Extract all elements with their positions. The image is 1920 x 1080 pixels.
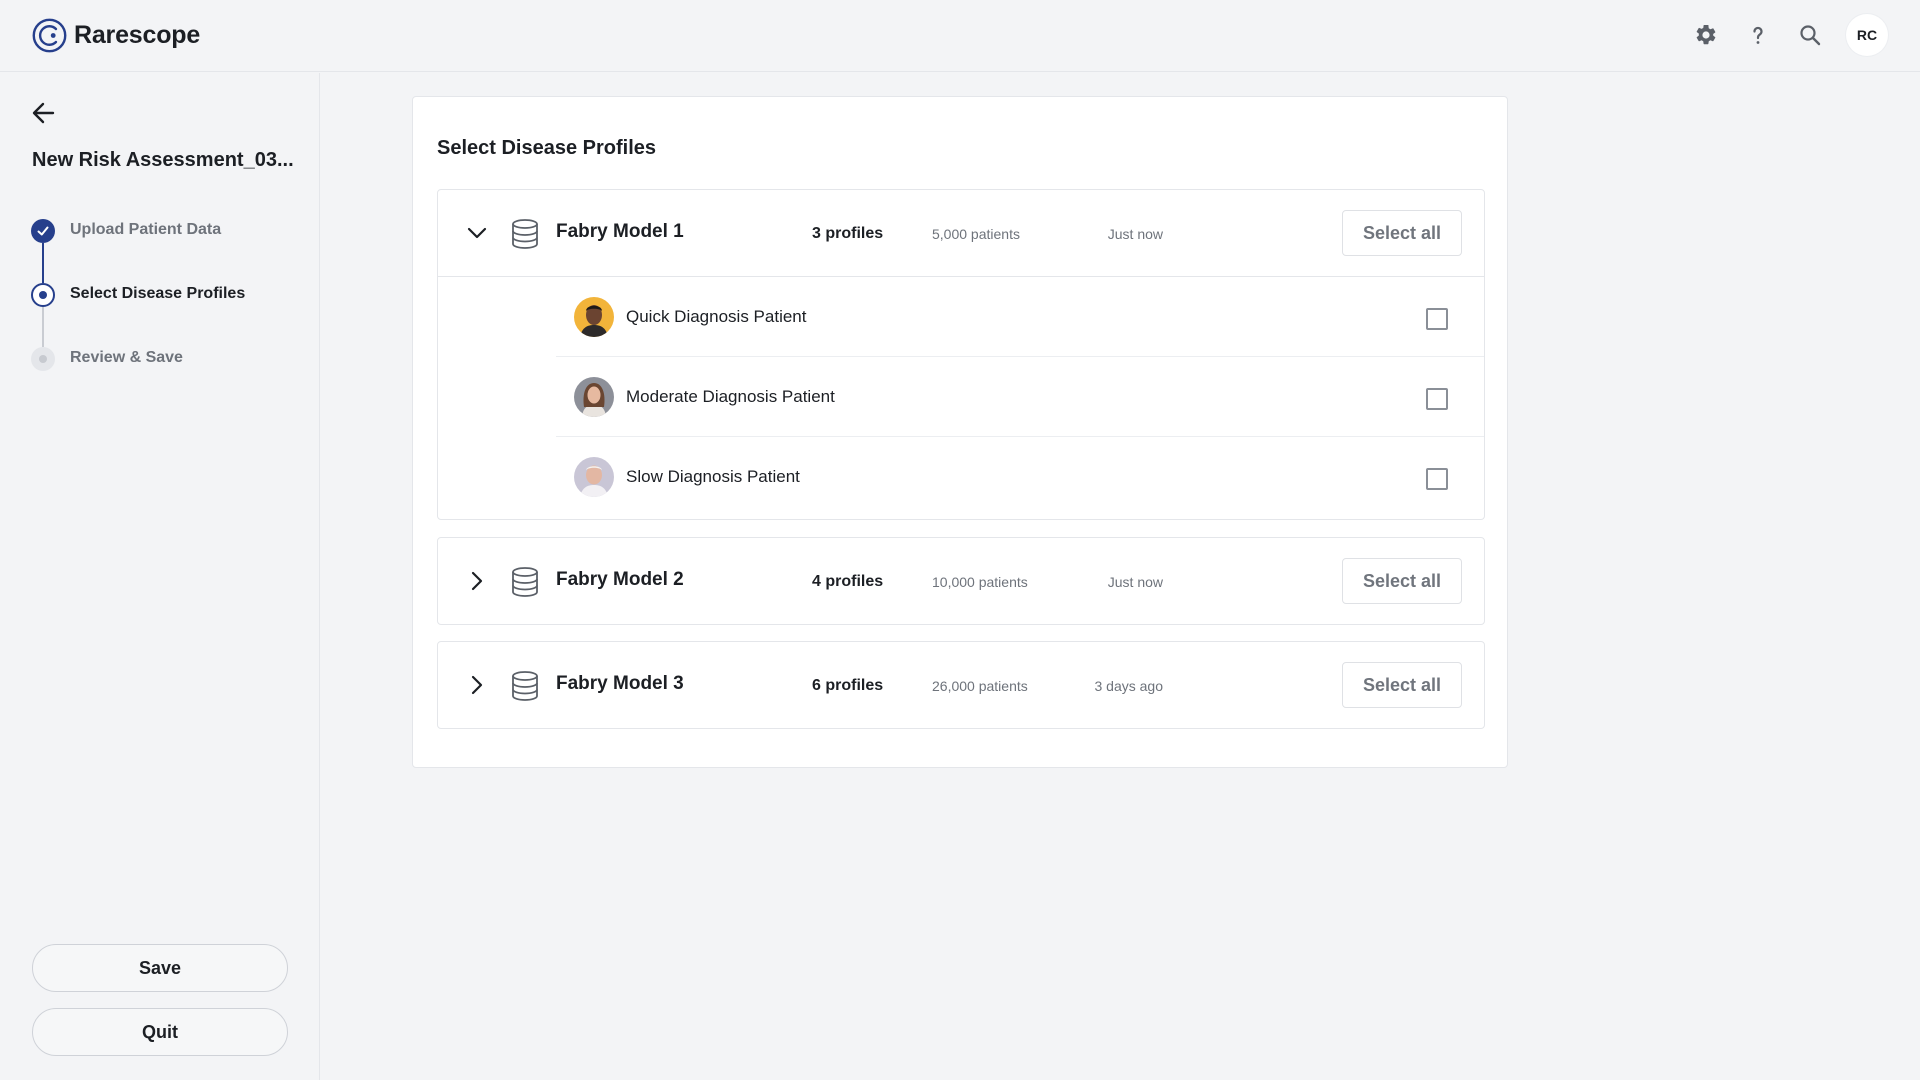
disease-profiles-card: Select Disease Profiles Fabry Model 1 3 … (412, 96, 1508, 768)
checkmark-icon (37, 226, 49, 236)
settings-button[interactable] (1686, 15, 1726, 55)
select-all-button[interactable]: Select all (1342, 662, 1462, 708)
profile-name: Moderate Diagnosis Patient (626, 387, 835, 406)
step-review-save[interactable]: Review & Save (31, 347, 311, 411)
save-button[interactable]: Save (32, 944, 288, 992)
help-button[interactable] (1738, 15, 1778, 55)
model-group: Fabry Model 1 3 profiles 5,000 patients … (437, 189, 1485, 520)
patient-photo-icon (574, 457, 614, 497)
arrow-left-icon (32, 102, 55, 124)
gear-icon (1696, 24, 1716, 45)
app-name: Rarescope (74, 20, 201, 49)
model-group: Fabry Model 3 6 profiles 26,000 patients… (437, 641, 1485, 729)
patient-avatar (574, 457, 614, 497)
profile-count: 6 profiles (812, 677, 884, 694)
search-button[interactable] (1790, 15, 1830, 55)
search-icon (1800, 25, 1821, 46)
database-icon (512, 219, 538, 249)
patient-count: 5,000 patients (932, 226, 1020, 242)
quit-button[interactable]: Quit (32, 1008, 288, 1056)
chevron-right-icon (471, 571, 483, 591)
profile-row[interactable]: Moderate Diagnosis Patient (556, 357, 1484, 437)
expand-toggle[interactable] (462, 566, 492, 596)
page-title: Select Disease Profiles (437, 137, 657, 159)
user-avatar[interactable]: RC (1846, 14, 1888, 56)
profile-row[interactable]: Quick Diagnosis Patient (556, 277, 1484, 357)
step-current-indicator (31, 283, 55, 307)
progress-stepper: Upload Patient Data Select Disease Profi… (31, 219, 311, 411)
step-completed-indicator (31, 219, 55, 243)
profile-checkbox[interactable] (1426, 308, 1448, 330)
step-connector (42, 307, 44, 347)
profile-checkbox[interactable] (1426, 468, 1448, 490)
expand-toggle[interactable] (462, 670, 492, 700)
header-actions: RC (1674, 14, 1888, 56)
sidebar: New Risk Assessment_03... Upload Patient… (0, 73, 320, 1080)
model-name: Fabry Model 2 (556, 569, 684, 590)
profile-name: Slow Diagnosis Patient (626, 467, 800, 486)
updated-time: 3 days ago (1094, 678, 1164, 694)
step-label: Upload Patient Data (70, 221, 222, 238)
model-name: Fabry Model 1 (556, 221, 684, 242)
step-upload-patient-data[interactable]: Upload Patient Data (31, 219, 311, 283)
database-icon (512, 567, 538, 597)
patient-photo-icon (574, 377, 614, 417)
step-pending-indicator (31, 347, 55, 371)
help-icon (1753, 26, 1763, 44)
select-all-button[interactable]: Select all (1342, 558, 1462, 604)
updated-time: Just now (1107, 226, 1163, 242)
select-all-button[interactable]: Select all (1342, 210, 1462, 256)
chevron-right-icon (471, 675, 483, 695)
profile-count: 4 profiles (812, 573, 884, 590)
step-select-disease-profiles[interactable]: Select Disease Profiles (31, 283, 311, 347)
patient-count: 26,000 patients (932, 678, 1028, 694)
patient-avatar (574, 297, 614, 337)
model-name: Fabry Model 3 (556, 673, 684, 694)
profile-checkbox[interactable] (1426, 388, 1448, 410)
profile-list: Quick Diagnosis Patient Moderate Diagnos… (438, 276, 1484, 519)
step-connector (42, 243, 44, 283)
step-label: Select Disease Profiles (70, 285, 246, 302)
assessment-title: New Risk Assessment_03... (32, 149, 294, 171)
patient-photo-icon (574, 297, 614, 337)
model-header: Fabry Model 2 4 profiles 10,000 patients… (438, 538, 1484, 624)
patient-count: 10,000 patients (932, 574, 1028, 590)
model-group: Fabry Model 2 4 profiles 10,000 patients… (437, 537, 1485, 625)
top-bar: Rarescope RC (0, 0, 1920, 72)
model-header: Fabry Model 1 3 profiles 5,000 patients … (438, 190, 1484, 276)
profile-row[interactable]: Slow Diagnosis Patient (556, 437, 1484, 519)
updated-time: Just now (1107, 574, 1163, 590)
back-button[interactable] (28, 97, 60, 129)
expand-toggle[interactable] (462, 218, 492, 248)
brand[interactable]: Rarescope (31, 16, 200, 54)
chevron-down-icon (467, 227, 487, 239)
model-header: Fabry Model 3 6 profiles 26,000 patients… (438, 642, 1484, 728)
rarescope-logo-icon (32, 18, 67, 52)
profile-name: Quick Diagnosis Patient (626, 307, 807, 326)
profile-count: 3 profiles (812, 225, 884, 242)
database-icon (512, 671, 538, 701)
step-label: Review & Save (70, 349, 183, 366)
patient-avatar (574, 377, 614, 417)
